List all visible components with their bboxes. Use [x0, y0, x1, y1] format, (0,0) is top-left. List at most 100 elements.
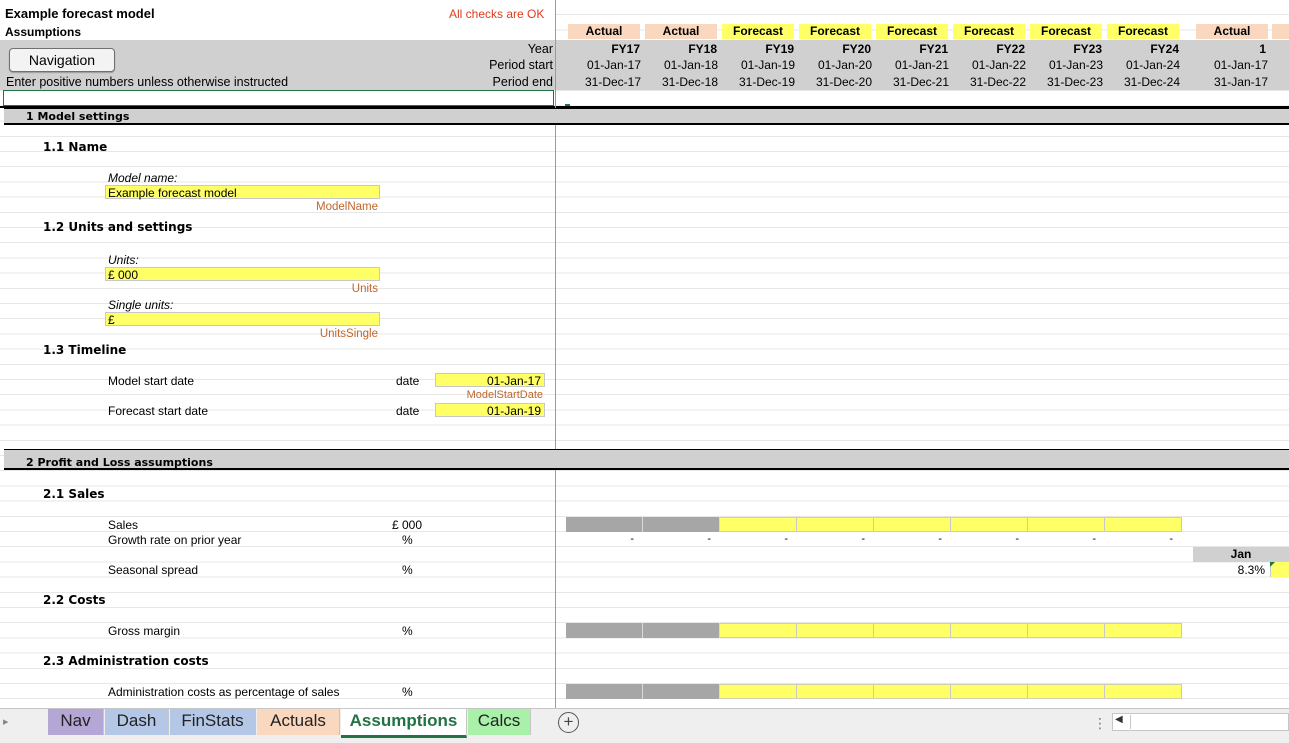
admin-label: Administration costs as percentage of sa…: [108, 685, 340, 699]
forecast-input-cell[interactable]: [874, 517, 951, 532]
actual-value-cell[interactable]: [566, 517, 643, 532]
forecast-input-cell[interactable]: [1028, 684, 1105, 699]
scroll-left-arrow-icon[interactable]: ◀: [1115, 714, 1123, 725]
actual-value-cell[interactable]: [643, 684, 720, 699]
actual-value-cell[interactable]: [643, 517, 720, 532]
seasonal-unit: %: [402, 563, 413, 577]
sheet-tab-assumptions[interactable]: Assumptions: [341, 709, 467, 738]
units-input[interactable]: £ 000: [105, 267, 380, 282]
sheet-tab-calcs[interactable]: Calcs: [468, 709, 531, 735]
growth-value: -: [1169, 533, 1173, 545]
forecast-input-cell[interactable]: [951, 517, 1028, 532]
model-start-unit: date: [396, 374, 420, 388]
actual-value-cell[interactable]: [566, 623, 643, 638]
actual-value-cell[interactable]: [566, 684, 643, 699]
period-start: 01-Jan-22: [971, 58, 1026, 72]
model-start-input[interactable]: 01-Jan-17: [435, 373, 545, 388]
fiscal-year: FY17: [611, 42, 640, 56]
sheet-tab-nav[interactable]: Nav: [48, 709, 104, 735]
sheet-tab-dash[interactable]: Dash: [105, 709, 169, 735]
forecast-input-cell[interactable]: [951, 623, 1028, 638]
forecast-input-cell[interactable]: [1105, 684, 1182, 699]
period-type-label: Actual: [645, 24, 717, 39]
row-label-period-end: Period end: [492, 75, 553, 89]
subsection-admin: 2.3 Administration costs: [43, 654, 209, 668]
period-type-label: Forecast: [1030, 24, 1102, 39]
fiscal-year: FY24: [1150, 42, 1179, 56]
seasonal-jan-value[interactable]: 8.3%: [1193, 563, 1265, 577]
forecast-input-cell[interactable]: [874, 623, 951, 638]
model-name-label: Model name:: [108, 171, 178, 185]
sales-unit: £ 000: [392, 518, 423, 532]
month-header-jan: Jan: [1193, 547, 1289, 562]
admin-unit: %: [402, 685, 413, 699]
sheet-tab-actuals[interactable]: Actuals: [257, 709, 340, 735]
model-start-label: Model start date: [108, 374, 195, 388]
sales-label: Sales: [108, 518, 139, 532]
monthly-start: 01-Jan-17: [1213, 58, 1268, 72]
add-sheet-icon[interactable]: +: [558, 712, 579, 733]
actual-value-cell[interactable]: [643, 623, 720, 638]
period-end: 31-Dec-18: [661, 75, 718, 89]
period-end: 31-Dec-19: [738, 75, 795, 89]
single-units-input[interactable]: £: [105, 312, 380, 327]
subsection-sales: 2.1 Sales: [43, 487, 105, 501]
selected-cell[interactable]: [3, 90, 554, 106]
model-name-input[interactable]: Example forecast model: [105, 185, 380, 200]
forecast-input-cell[interactable]: [797, 517, 874, 532]
navigation-button[interactable]: Navigation: [9, 48, 115, 72]
single-units-label: Single units:: [108, 298, 174, 312]
forecast-start-input[interactable]: 01-Jan-19: [435, 403, 545, 418]
growth-value: -: [707, 533, 711, 545]
forecast-input-cell[interactable]: [1028, 517, 1105, 532]
forecast-input-cell[interactable]: [1105, 623, 1182, 638]
model-title: Example forecast model: [5, 6, 155, 21]
forecast-input-cell[interactable]: [1028, 623, 1105, 638]
seasonal-label: Seasonal spread: [108, 563, 199, 577]
period-start: 01-Jan-24: [1125, 58, 1180, 72]
split-handle-icon[interactable]: ⋮: [1093, 715, 1107, 732]
growth-label: Growth rate on prior year: [108, 533, 242, 547]
growth-value: -: [784, 533, 788, 545]
growth-value: -: [938, 533, 942, 545]
period-type-label: Forecast: [722, 24, 794, 39]
sheet-tab-finstats[interactable]: FinStats: [170, 709, 256, 735]
monthly-end: 31-Jan-17: [1213, 75, 1268, 89]
subsection-name: 1.1 Name: [43, 140, 108, 154]
forecast-input-cell[interactable]: [1105, 517, 1182, 532]
period-type-label: Forecast: [1107, 24, 1179, 39]
subsection-units: 1.2 Units and settings: [43, 220, 193, 234]
period-type-label: Forecast: [876, 24, 948, 39]
forecast-input-cell[interactable]: [874, 684, 951, 699]
growth-value: -: [861, 533, 865, 545]
forecast-input-cell[interactable]: [720, 517, 797, 532]
period-start: 01-Jan-21: [894, 58, 949, 72]
section-bar-pnl: 2 Profit and Loss assumptions: [4, 449, 1289, 470]
scroll-thumb-edge: [1130, 715, 1131, 729]
growth-value: -: [1015, 533, 1019, 545]
forecast-input-cell[interactable]: [797, 684, 874, 699]
growth-value: -: [630, 533, 634, 545]
gross-margin-label: Gross margin: [108, 624, 181, 638]
horizontal-scrollbar[interactable]: ◀: [1112, 713, 1289, 731]
subsection-costs: 2.2 Costs: [43, 593, 106, 607]
units-range: Units: [351, 283, 378, 295]
period-type-label: Forecast: [953, 24, 1025, 39]
forecast-input-cell[interactable]: [720, 684, 797, 699]
period-end: 31-Dec-21: [892, 75, 949, 89]
growth-unit: %: [402, 533, 413, 547]
period-end: 31-Dec-17: [584, 75, 641, 89]
comment-marker: [1270, 562, 1275, 567]
forecast-start-unit: date: [396, 404, 420, 418]
frozen-pane-divider: [555, 0, 556, 708]
scroll-left-icon[interactable]: ▸: [3, 715, 9, 728]
forecast-input-cell[interactable]: [797, 623, 874, 638]
model-start-range: ModelStartDate: [466, 389, 543, 401]
fiscal-year: FY21: [919, 42, 948, 56]
monthly-type-label: Actual: [1196, 24, 1268, 39]
period-start: 01-Jan-19: [740, 58, 795, 72]
forecast-input-cell[interactable]: [720, 623, 797, 638]
forecast-input-cell[interactable]: [951, 684, 1028, 699]
fiscal-year: FY19: [765, 42, 794, 56]
period-start: 01-Jan-17: [586, 58, 641, 72]
